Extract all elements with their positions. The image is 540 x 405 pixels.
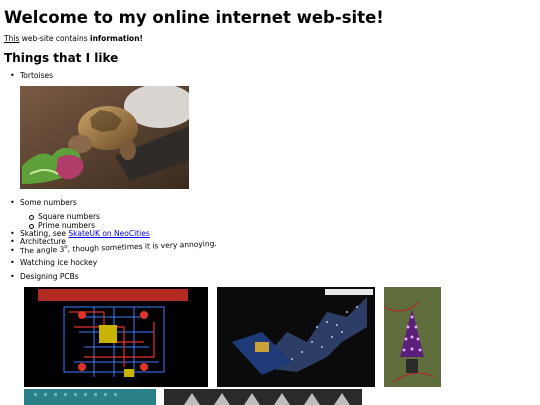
intro-paragraph: This web-site contains information! — [4, 34, 143, 43]
list-item-tortoises: Tortoises — [10, 71, 53, 80]
section-heading: Things that I like — [4, 51, 119, 65]
intro-text: web-site contains — [19, 34, 90, 43]
list-item-numbers: Some numbers — [10, 198, 77, 207]
skateuk-link[interactable]: SkateUK on NeoCities — [68, 229, 149, 238]
angle-prefix: The angle 3 — [19, 244, 65, 256]
page-title: Welcome to my online internet web-site! — [4, 8, 384, 27]
list-item-square-numbers: Square numbers — [29, 212, 100, 221]
teal-pcb-photo — [24, 389, 156, 405]
christmas-tree-pcb-render — [217, 287, 375, 387]
list-item-pcbs: Designing PCBs — [10, 272, 79, 281]
intro-bold: information! — [90, 34, 143, 43]
list-item-ice-hockey: Watching ice hockey — [10, 258, 97, 267]
dark-pcb-photo — [164, 389, 362, 405]
list-item-angle: The angle 3o, though sometimes it is ver… — [10, 239, 217, 256]
pcb-layout-image — [24, 287, 208, 387]
tortoise-photo — [20, 86, 189, 189]
angle-suffix: , though sometimes it is very annoying. — [67, 238, 217, 254]
lit-tree-pcb-photo — [384, 287, 441, 387]
intro-link[interactable]: This — [4, 34, 19, 43]
